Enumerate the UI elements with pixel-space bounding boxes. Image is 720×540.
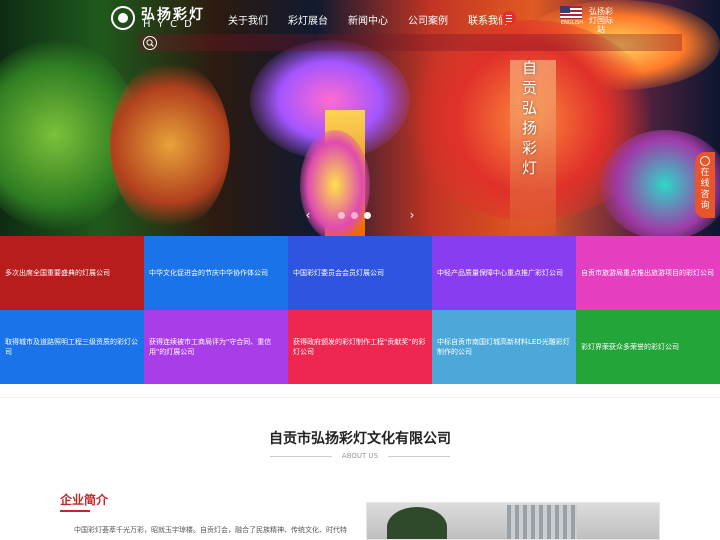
slider-dots (338, 212, 371, 219)
company-building-photo (366, 502, 660, 540)
intro-text: 中国彩灯荟萃千光万彩，昭就玉宇琼楼。自贡灯会，融合了民族精神、传统文化、时代特 (74, 526, 347, 534)
honor-tile-text: 中标自贡市南国灯城高新材料LED光雕彩灯制作的公司 (437, 338, 570, 356)
honor-tile-text: 中国彩灯委员会会员灯展公司 (293, 269, 384, 277)
honor-tile-text: 彩灯界荣获众多荣誉的彩灯公司 (581, 343, 679, 351)
divider-line (388, 456, 450, 457)
search-icon[interactable] (143, 36, 157, 50)
nav-cases[interactable]: 公司案例 (408, 12, 448, 27)
honor-tile-text: 自贡市旅游局重点推出旅游项目的彩灯公司 (581, 269, 714, 277)
honor-tile[interactable]: 自贡市旅游局重点推出旅游项目的彩灯公司 (576, 236, 720, 310)
honor-tile[interactable]: 中标自贡市南国灯城高新材料LED光雕彩灯制作的公司 (432, 310, 576, 384)
online-consult-label: 在线咨询 (700, 168, 710, 211)
logo-english[interactable]: HYCD (143, 19, 199, 30)
honor-tile[interactable]: 多次出席全国重要盛典的灯展公司 (0, 236, 144, 310)
honor-tile[interactable]: 彩灯界荣获众多荣誉的彩灯公司 (576, 310, 720, 384)
main-nav: 关于我们 彩灯展台 新闻中心 公司案例 联系我们 (228, 12, 528, 27)
nav-lantern-showcase[interactable]: 彩灯展台 (288, 12, 328, 27)
logo-icon[interactable] (111, 6, 135, 30)
honor-tile[interactable]: 获得政府颁发的彩灯制作工程"贡献奖"的彩灯公司 (288, 310, 432, 384)
english-label[interactable]: ENGLISH (561, 20, 583, 26)
intro-heading: 企业简介 (60, 493, 109, 507)
slider-dot[interactable] (351, 212, 358, 219)
prev-slide-icon[interactable]: ‹ (300, 207, 316, 223)
honor-tile-text: 中轻产品质量保障中心重点推广彩灯公司 (437, 269, 563, 277)
online-consult-button[interactable]: 在线咨询 (695, 152, 715, 218)
us-flag-icon[interactable] (560, 6, 582, 19)
honor-tile-text: 多次出席全国重要盛典的灯展公司 (5, 269, 110, 277)
honor-tile[interactable]: 取得城市及道路照明工程三级资质的彩灯公司 (0, 310, 144, 384)
about-subtitle-wrap: ABOUT US (270, 450, 450, 462)
chat-icon (700, 156, 710, 166)
search-bar (138, 34, 682, 51)
honor-tile-text: 取得城市及道路照明工程三级资质的彩灯公司 (5, 338, 138, 356)
lantern-glow (110, 60, 230, 230)
honor-tile-text: 获得连续被市工商局评为"守合同、重信用"的灯展公司 (149, 338, 272, 356)
company-title: 自贡市弘扬彩灯文化有限公司 (269, 431, 451, 447)
honor-tile[interactable]: 获得连续被市工商局评为"守合同、重信用"的灯展公司 (144, 310, 288, 384)
honor-tile-text: 中华文化促进会的节庆中华协作体公司 (149, 269, 268, 277)
honor-tile[interactable]: 中轻产品质量保障中心重点推广彩灯公司 (432, 236, 576, 310)
honor-tile[interactable]: 中华文化促进会的节庆中华协作体公司 (144, 236, 288, 310)
heading-underline (60, 510, 90, 512)
tree-shape (387, 507, 447, 539)
nav-about[interactable]: 关于我们 (228, 12, 268, 27)
honor-tile[interactable]: 中国彩灯委员会会员灯展公司 (288, 236, 432, 310)
section-divider (0, 397, 720, 398)
slider-dot[interactable] (338, 212, 345, 219)
slider-dot[interactable] (364, 212, 371, 219)
menu-icon[interactable] (502, 11, 516, 25)
international-site-link[interactable]: 弘扬彩灯国际站 (586, 7, 616, 34)
honor-grid: 多次出席全国重要盛典的灯展公司 中华文化促进会的节庆中华协作体公司 中国彩灯委员… (0, 236, 720, 384)
site-header: 弘扬彩灯 HYCD 关于我们 彩灯展台 新闻中心 公司案例 联系我们 ENGLI… (0, 0, 720, 34)
hero-vertical-text: 自贡弘扬彩灯 (521, 59, 538, 177)
next-slide-icon[interactable]: › (404, 207, 420, 223)
nav-news[interactable]: 新闻中心 (348, 12, 388, 27)
building-shape (507, 505, 577, 539)
honor-tile-text: 获得政府颁发的彩灯制作工程"贡献奖"的彩灯公司 (293, 338, 426, 356)
